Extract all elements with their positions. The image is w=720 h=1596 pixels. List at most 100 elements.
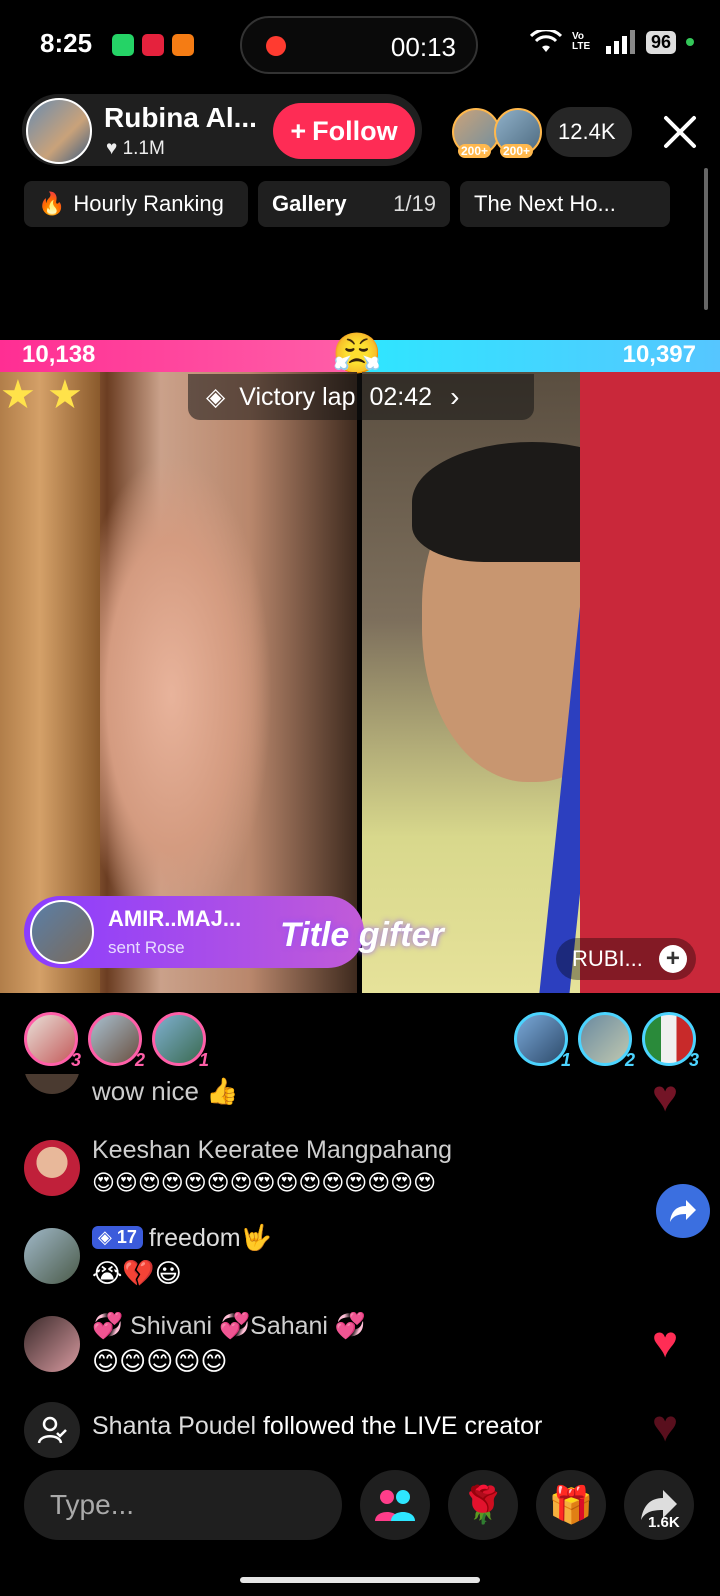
follow-button[interactable]: + Follow (273, 103, 415, 159)
gift-icon: 🎁 (548, 1484, 594, 1525)
plus-icon: + (290, 115, 307, 146)
commenter-avatar[interactable] (24, 1228, 80, 1284)
comment-item: wow nice 👍 (24, 1074, 644, 1110)
rose-gift-button[interactable]: 🌹 (448, 1470, 518, 1540)
next-hour-chip[interactable]: The Next Ho... (460, 181, 670, 227)
left-score: 10,138 (22, 341, 96, 368)
comment-input[interactable] (24, 1470, 342, 1540)
battle-face-icon: 😤 (332, 332, 382, 376)
floating-heart-icon: ♥ (652, 1072, 679, 1121)
supporter-avatar[interactable]: 3 (24, 1012, 81, 1070)
people-icon (375, 1490, 415, 1521)
commenter-avatar[interactable] (24, 1316, 80, 1372)
record-dot-icon (266, 36, 286, 56)
battery-level: 96 (645, 30, 676, 54)
commenter-name[interactable]: ◈ 17 freedom🤟 (92, 1224, 272, 1253)
viewer-avatar[interactable]: 200+ (494, 108, 542, 158)
live-chips: 🔥 Hourly Ranking Gallery 1/19 The Next Ho.… (24, 181, 670, 227)
comment-message: 😭💔😃 (92, 1258, 182, 1288)
victory-timer: 02:42 (369, 382, 433, 411)
floating-heart-icon: ♥ (652, 1318, 679, 1367)
carrier-label: Vo LTE (571, 31, 591, 52)
home-indicator[interactable] (240, 1577, 480, 1583)
recording-time: 00:13 (390, 32, 456, 62)
supporter-avatar[interactable]: 2 (578, 1012, 635, 1070)
wifi-icon (529, 30, 562, 52)
whatsapp-icon (112, 34, 134, 56)
follower-name[interactable]: Shanta Poudel (92, 1412, 256, 1440)
gallery-page: 1/19 (393, 191, 436, 216)
status-bar: 8:25 00:13 Vo LTE 96 (0, 0, 720, 90)
privacy-dot-icon (686, 38, 694, 46)
viewer-badge: 200+ (458, 144, 492, 158)
supporter-avatar[interactable]: 3 (642, 1012, 699, 1070)
commenter-avatar[interactable] (24, 1140, 80, 1196)
screen-recording-pill[interactable]: 00:13 (240, 16, 478, 74)
share-count: 1.6K (648, 1514, 680, 1531)
comment-message: 😊😊😊😊😊 (92, 1346, 228, 1376)
hourly-ranking-label: Hourly Ranking (73, 191, 224, 216)
right-stream-video[interactable] (362, 372, 720, 993)
commenter-name[interactable]: 💞 Shivani 💞Sahani 💞 (92, 1312, 366, 1341)
heart-icon: ♥ (106, 138, 118, 159)
host-avatar[interactable] (26, 98, 92, 164)
follow-user-icon (24, 1402, 80, 1458)
victory-label: Victory lap (239, 382, 356, 411)
gallery-label: Gallery (272, 191, 347, 216)
viewer-badge: 200+ (500, 144, 534, 158)
commenter-name[interactable]: Keeshan Keeratee Mangpahang (92, 1136, 452, 1165)
gift-button[interactable]: 🎁 (536, 1470, 606, 1540)
supporter-avatar[interactable]: 2 (88, 1012, 145, 1070)
share-arrow-icon[interactable] (656, 1184, 710, 1238)
level-number: 17 (116, 1227, 137, 1247)
viewer-avatar[interactable]: 200+ (452, 108, 500, 158)
supporter-avatar[interactable]: 1 (152, 1012, 209, 1070)
comment-item: Keeshan Keeratee Mangpahang 😍😍😍😍😍😍😍😍😍😍😍😍… (24, 1136, 644, 1206)
comment-message: 😍😍😍😍😍😍😍😍😍😍😍😍😍😍😍 (92, 1170, 437, 1195)
follow-event-text: Shanta Poudel followed the LIVE creator (92, 1412, 542, 1441)
viewer-count[interactable]: 12.4K (546, 107, 632, 157)
follow-label: Follow (312, 115, 398, 146)
stars-effect-icon: ★ ★ (0, 373, 83, 417)
opponent-follow-pill[interactable]: RUBI... + (556, 938, 696, 980)
next-hour-label: The Next Ho... (474, 191, 616, 216)
host-likes-count: 1.1M (122, 138, 165, 159)
diamond-icon: ◈ (206, 383, 226, 411)
chip-scrollbar[interactable] (704, 168, 708, 310)
supporter-rank: 1 (560, 1050, 571, 1070)
host-likes: ♥ 1.1M (106, 138, 165, 160)
supporter-rank: 2 (624, 1050, 635, 1070)
supporter-rank: 3 (70, 1050, 81, 1070)
supporter-rank: 3 (688, 1050, 699, 1070)
top-viewers[interactable]: 200+ 200+ 12.4K (452, 106, 632, 158)
follow-event-message: followed the LIVE creator (262, 1412, 543, 1440)
opponent-name: RUBI... (572, 946, 643, 971)
hourly-ranking-chip[interactable]: 🔥 Hourly Ranking (24, 181, 248, 227)
victory-lap-banner[interactable]: ◈ Victory lap 02:42 › (188, 374, 534, 420)
floating-heart-icon: ♥ (652, 1402, 679, 1451)
plus-icon[interactable]: + (658, 945, 687, 973)
signal-icon (605, 30, 635, 54)
gallery-chip[interactable]: Gallery 1/19 (258, 181, 450, 227)
commenter-name-text: freedom🤟 (148, 1224, 272, 1252)
status-time: 8:25 (40, 28, 93, 58)
comment-item: ◈ 17 freedom🤟 😭💔😃 (24, 1224, 644, 1294)
supporter-avatar[interactable]: 1 (514, 1012, 571, 1070)
supporter-rank: 2 (134, 1050, 145, 1070)
right-top-supporters: 1 2 3 (514, 1012, 699, 1070)
fire-icon: 🔥 (38, 191, 66, 216)
right-score: 10,397 (622, 341, 696, 368)
app-notification-icon (142, 34, 164, 56)
gifter-avatar (30, 900, 94, 964)
comment-item: 💞 Shivani 💞Sahani 💞 😊😊😊😊😊 (24, 1312, 644, 1382)
chevron-right-icon: › (450, 381, 460, 412)
rose-icon: 🌹 (460, 1484, 506, 1525)
guests-button[interactable] (360, 1470, 430, 1540)
temu-icon (172, 34, 194, 56)
commenter-avatar[interactable] (24, 1074, 80, 1094)
left-top-supporters: 3 2 1 (24, 1012, 209, 1070)
comment-message: wow nice 👍 (92, 1076, 239, 1106)
level-badge: ◈ 17 (92, 1226, 143, 1249)
status-indicators: Vo LTE 96 (529, 30, 694, 54)
close-icon[interactable] (660, 112, 700, 152)
